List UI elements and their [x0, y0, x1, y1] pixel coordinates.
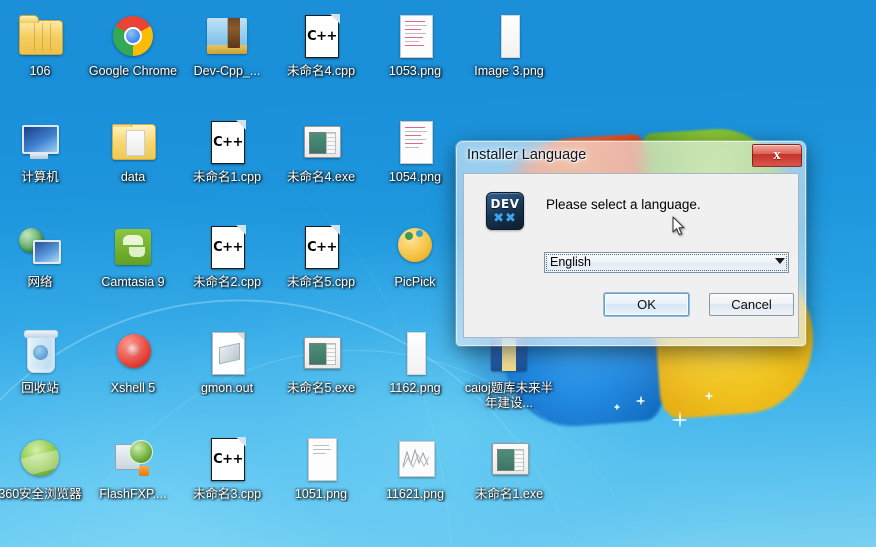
icon-label: 未命名4.exe	[286, 170, 356, 184]
icon-label: 未命名2.cpp	[192, 275, 262, 289]
close-glyph: x	[773, 147, 781, 163]
desktop-icon-google-chrome[interactable]: Google Chrome	[85, 12, 181, 79]
png-file-icon	[391, 12, 439, 60]
icon-label: Xshell 5	[110, 381, 156, 395]
exe-file-icon	[297, 329, 345, 377]
png-file-icon	[391, 118, 439, 166]
icon-label: 11621.png	[385, 487, 445, 501]
desktop-icon-1053-png[interactable]: 1053.png	[367, 12, 463, 79]
dev-cpp-icon: DEV ✖✖	[486, 192, 524, 230]
desktop-icon-1051-png[interactable]: 1051.png	[273, 435, 369, 502]
desktop-icon-exe-1[interactable]: 未命名1.exe	[461, 435, 557, 502]
icon-label: PicPick	[394, 275, 436, 289]
cpp-file-icon: C++	[297, 12, 345, 60]
desktop-icon-computer[interactable]: 计算机	[0, 118, 88, 185]
png-blank-icon	[297, 435, 345, 483]
language-dropdown[interactable]: English	[544, 252, 789, 273]
icon-label: Camtasia 9	[101, 275, 165, 289]
exe-file-icon	[297, 118, 345, 166]
icon-label: gmon.out	[200, 381, 254, 395]
cpp-file-icon: C++	[203, 435, 251, 483]
360-browser-icon	[16, 435, 64, 483]
camtasia-icon	[109, 223, 157, 271]
desktop-icon-gmon-out[interactable]: gmon.out	[179, 329, 275, 396]
desktop-icon-11621-png[interactable]: 11621.png	[367, 435, 463, 502]
desktop-icon-camtasia-9[interactable]: Camtasia 9	[85, 223, 181, 290]
cpp-file-icon: C++	[297, 223, 345, 271]
icon-label: 回收站	[21, 381, 59, 395]
icon-label: 未命名5.exe	[286, 381, 356, 395]
icon-label: 1162.png	[389, 381, 441, 395]
close-icon[interactable]: x	[752, 144, 802, 167]
icon-label: data	[120, 170, 146, 184]
icon-label: 1051.png	[294, 487, 348, 501]
icon-label: 未命名5.cpp	[286, 275, 356, 289]
exe-file-icon	[485, 435, 533, 483]
desktop-icon-recycle-bin[interactable]: 回收站	[0, 329, 88, 396]
desktop-icon-cpp-5[interactable]: C++ 未命名5.cpp	[273, 223, 369, 290]
icon-label: Image 3.png	[474, 64, 544, 78]
dialog-body: DEV ✖✖ Please select a language. English…	[463, 173, 799, 338]
chevron-down-icon[interactable]	[775, 258, 785, 264]
installer-language-dialog: Installer Language x DEV ✖✖ Please selec…	[456, 141, 806, 346]
icon-label: 360安全浏览器	[0, 487, 82, 501]
desktop-icon-network[interactable]: 网络	[0, 223, 88, 290]
icon-label: 网络	[27, 275, 53, 289]
png-chart-icon	[391, 435, 439, 483]
desktop-icon-cpp-4[interactable]: C++ 未命名4.cpp	[273, 12, 369, 79]
desktop-icon-dev-cpp-installer[interactable]: Dev-Cpp_...	[179, 12, 275, 79]
icon-label: 未命名3.cpp	[192, 487, 262, 501]
cancel-button[interactable]: Cancel	[709, 293, 794, 316]
png-blank-icon	[391, 329, 439, 377]
icon-label: 未命名1.cpp	[192, 170, 262, 184]
icon-label: 计算机	[21, 170, 59, 184]
png-blank-icon	[485, 12, 533, 60]
recycle-bin-icon	[16, 329, 64, 377]
cpp-file-icon: C++	[203, 118, 251, 166]
icon-label: 1054.png	[388, 170, 442, 184]
desktop-icon-xshell-5[interactable]: Xshell 5	[85, 329, 181, 396]
desktop-icon-1054-png[interactable]: 1054.png	[367, 118, 463, 185]
dev-icon-text: DEV	[490, 197, 520, 211]
cpp-file-icon: C++	[203, 223, 251, 271]
language-dropdown-value: English	[550, 255, 591, 269]
icon-label: 未命名4.cpp	[286, 64, 356, 78]
ok-button[interactable]: OK	[604, 293, 689, 316]
chrome-icon	[109, 12, 157, 60]
gmon-file-icon	[203, 329, 251, 377]
icon-label: Google Chrome	[88, 64, 178, 78]
desktop-screen: 106 Google Chrome Dev-Cpp_... C++ 未命名4.c…	[0, 0, 876, 547]
picpick-icon	[391, 223, 439, 271]
desktop-icon-360-browser[interactable]: 360安全浏览器	[0, 435, 88, 502]
icon-label: FlashFXP....	[99, 487, 167, 501]
documents-folder-icon	[109, 118, 157, 166]
icon-label: caioj题库未来半年建设...	[464, 381, 554, 410]
desktop-icon-1162-png[interactable]: 1162.png	[367, 329, 463, 396]
icon-label: 未命名1.exe	[474, 487, 544, 501]
desktop-icon-cpp-1[interactable]: C++ 未命名1.cpp	[179, 118, 275, 185]
dialog-title-bar[interactable]: Installer Language x	[456, 141, 806, 172]
desktop-icon-106[interactable]: 106	[0, 12, 88, 79]
flashfxp-icon	[109, 435, 157, 483]
folder-icon	[16, 12, 64, 60]
desktop-icon-flashfxp[interactable]: FlashFXP....	[85, 435, 181, 502]
desktop-icon-exe-4[interactable]: 未命名4.exe	[273, 118, 369, 185]
desktop-icon-picpick[interactable]: PicPick	[367, 223, 463, 290]
icon-label: Dev-Cpp_...	[193, 64, 261, 78]
desktop-icon-data[interactable]: data	[85, 118, 181, 185]
desktop-icon-cpp-3[interactable]: C++ 未命名3.cpp	[179, 435, 275, 502]
desktop-icon-image-3-png[interactable]: Image 3.png	[461, 12, 557, 79]
desktop-icon-cpp-2[interactable]: C++ 未命名2.cpp	[179, 223, 275, 290]
computer-icon	[16, 118, 64, 166]
xshell-icon	[109, 329, 157, 377]
dialog-title: Installer Language	[467, 147, 587, 163]
devcpp-installer-icon	[203, 12, 251, 60]
dialog-prompt-text: Please select a language.	[546, 197, 701, 212]
network-icon	[16, 223, 64, 271]
icon-label: 1053.png	[388, 64, 442, 78]
icon-label: 106	[29, 64, 51, 78]
desktop-icon-exe-5[interactable]: 未命名5.exe	[273, 329, 369, 396]
dev-icon-marks: ✖✖	[493, 211, 517, 226]
